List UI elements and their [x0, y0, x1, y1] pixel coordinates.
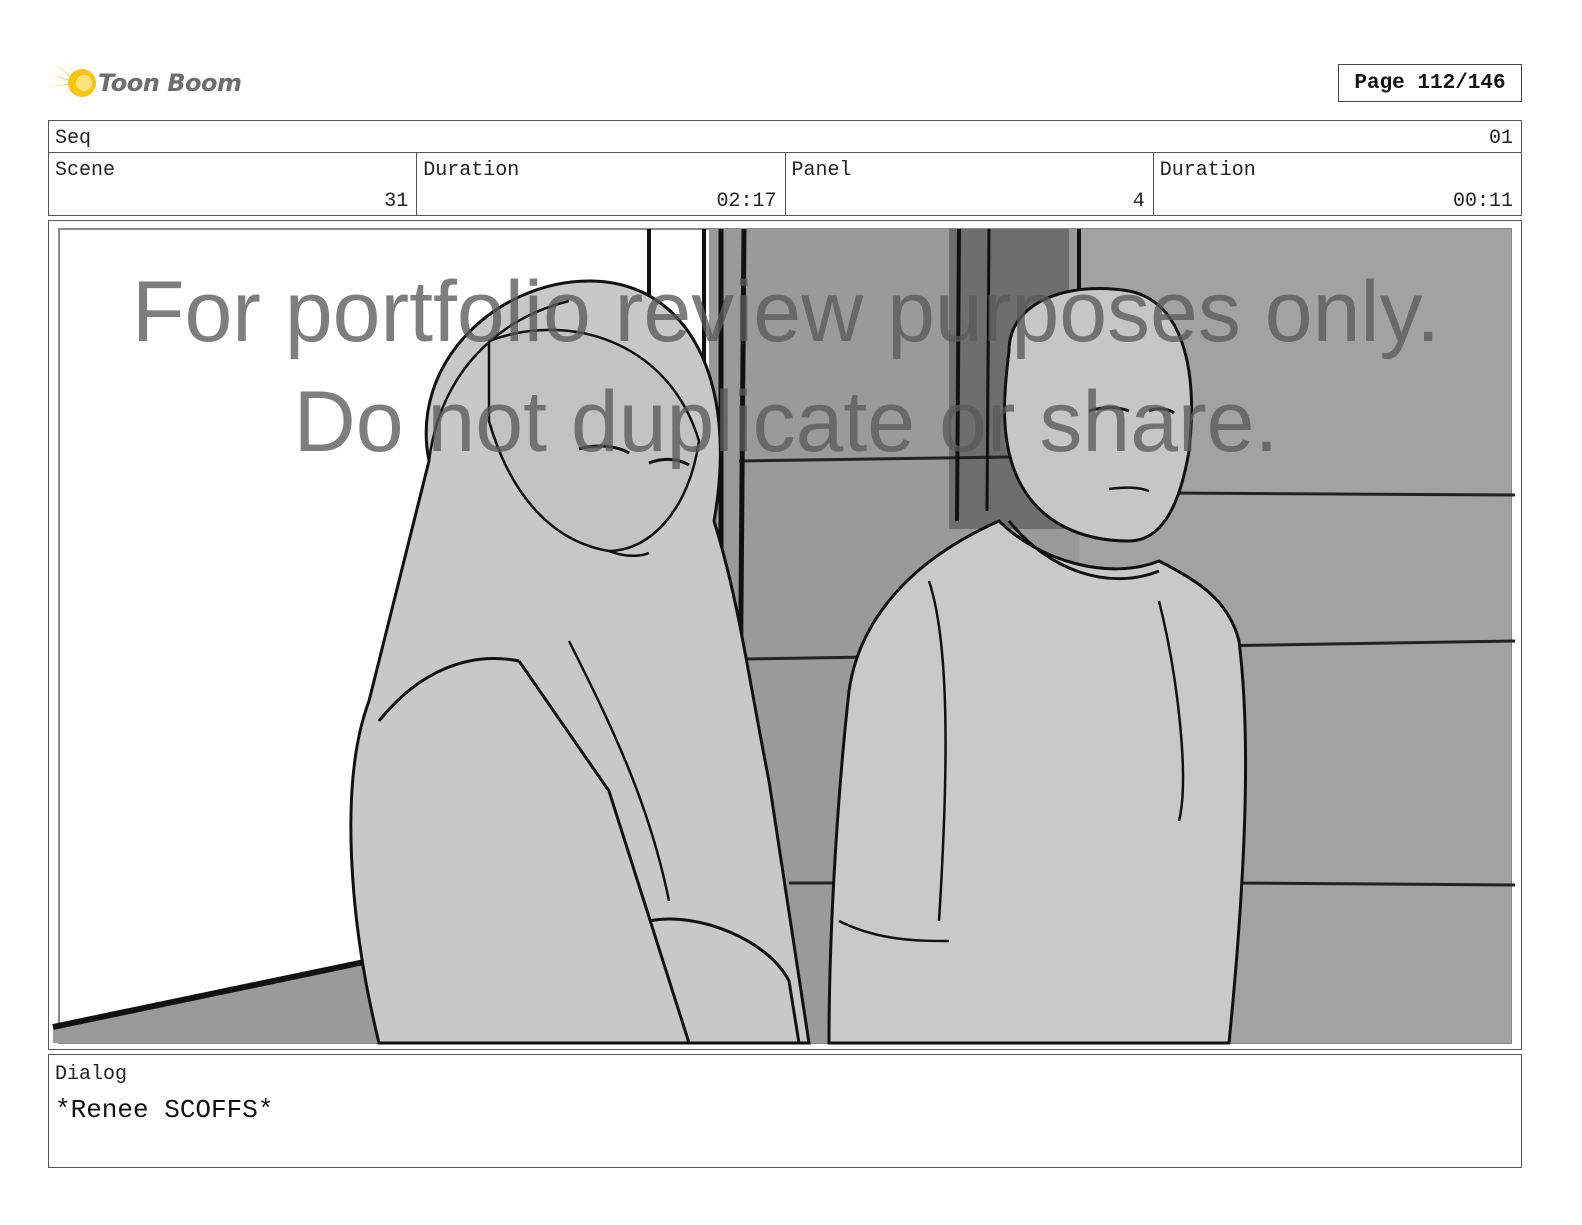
scene-duration-cell: Duration 02:17 [417, 153, 786, 215]
scene-label: Scene [55, 159, 116, 182]
seq-row: Seq 01 [49, 121, 1521, 153]
page-indicator: Page 112/146 [1338, 64, 1522, 102]
panel-value: 4 [1132, 190, 1145, 213]
panel-duration-label: Duration [1159, 159, 1256, 182]
scene-value: 31 [384, 190, 409, 213]
toon-boom-logo: Toon Boom [50, 56, 250, 110]
storyboard-header: Seq 01 Scene 31 Duration 02:17 Panel 4 D… [48, 120, 1522, 216]
panel-cell: Panel 4 [786, 153, 1154, 215]
seq-label: Seq [55, 127, 92, 150]
dialog-label: Dialog [55, 1063, 128, 1086]
brand-name: Toon Boom [98, 69, 242, 97]
toon-boom-star-icon [50, 58, 96, 108]
scene-duration-label: Duration [423, 159, 520, 182]
storyboard-panel: For portfolio review purposes only. Do n… [48, 220, 1522, 1050]
scene-duration-value: 02:17 [716, 190, 777, 213]
seq-value: 01 [1488, 127, 1513, 150]
watermark: For portfolio review purposes only. Do n… [49, 257, 1521, 477]
dialog-box: Dialog *Renee SCOFFS* [48, 1054, 1522, 1168]
panel-duration-cell: Duration 00:11 [1154, 153, 1521, 215]
dialog-text: *Renee SCOFFS* [55, 1095, 274, 1125]
panel-duration-value: 00:11 [1452, 190, 1513, 213]
watermark-line-1: For portfolio review purposes only. [131, 264, 1441, 360]
panel-label: Panel [791, 159, 852, 182]
watermark-line-2: Do not duplicate or share. [293, 374, 1279, 470]
info-row: Scene 31 Duration 02:17 Panel 4 Duration… [49, 153, 1521, 215]
scene-cell: Scene 31 [49, 153, 418, 215]
